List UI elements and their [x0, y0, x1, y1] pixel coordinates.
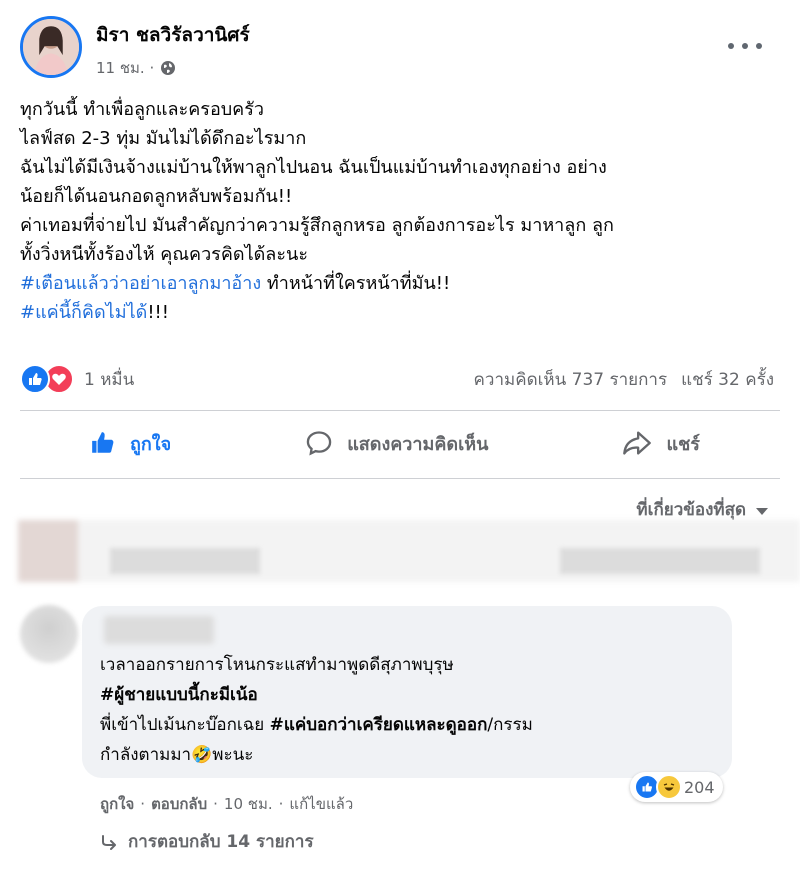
separator-dot: ·	[140, 795, 146, 813]
like-button[interactable]: ถูกใจ	[20, 429, 171, 458]
separator-dot: ·	[213, 795, 218, 813]
commenter-name-blurred[interactable]	[104, 616, 214, 644]
thumbs-up-icon	[92, 432, 114, 453]
post-line: ไลฟ์สด 2-3 ทุ่ม มันไม่ได้ดึกอะไรมาก	[20, 128, 307, 149]
caret-down-icon	[756, 507, 768, 515]
post-line: ทั้งวิ่งหนีทั้งร้องไห้ คุณควรคิดได้ละนะ	[20, 244, 308, 265]
post-body: ทุกวันนี้ ทำเพื่อลูกและครอบครัว ไลฟ์สด 2…	[20, 95, 780, 327]
comment-bubble: เวลาออกรายการโหนกระแสทำมาพูดดีสุภาพบุรุษ…	[82, 606, 732, 778]
blurred-block	[110, 548, 260, 574]
reaction-summary[interactable]: 1 หมื่น	[20, 364, 134, 394]
divider	[20, 478, 780, 479]
comment-edited-label: แก้ไขแล้ว	[289, 795, 354, 813]
post-time[interactable]: 11 ชม. ·	[96, 56, 154, 80]
globe-icon[interactable]	[160, 60, 176, 76]
comment-like-link[interactable]: ถูกใจ	[100, 792, 134, 816]
share-button-label: แชร์	[666, 433, 700, 455]
post-text-fragment: !!!	[147, 302, 169, 323]
like-button-label: ถูกใจ	[130, 433, 172, 455]
reaction-count: 1 หมื่น	[84, 369, 135, 390]
share-icon	[623, 431, 652, 455]
laughing-emoji: 🤣	[191, 745, 213, 765]
more-options-icon[interactable]	[728, 34, 762, 58]
comment-fragment: พี่เข้าไปเม้นกะบ๊อกเฉย	[100, 715, 270, 735]
comment-reply-link[interactable]: ตอบกลับ	[151, 792, 207, 816]
author-name[interactable]: มิรา ชลวิรัลวานิศร์	[96, 20, 250, 50]
haha-reaction-icon	[656, 774, 682, 800]
shares-count-link[interactable]: แชร์ 32 ครั้ง	[681, 366, 774, 393]
post-line: #เตือนแล้วว่าอย่าเอาลูกมาอ้าง ทำหน้าที่ใ…	[20, 269, 780, 298]
post-line: ฉันไม่ได้มีเงินจ้างแม่บ้านให้พาลูกไปนอน …	[20, 157, 607, 178]
post-text-fragment: ทำหน้าที่ใครหน้าที่มัน!!	[261, 273, 451, 294]
author-avatar[interactable]	[20, 16, 82, 78]
view-replies-link[interactable]: การตอบกลับ 14 รายการ	[100, 828, 314, 855]
sort-label: ที่เกี่ยวข้องที่สุด	[636, 500, 746, 520]
comment-line: กำลังตามมา🤣พะนะ	[100, 740, 720, 770]
divider	[20, 410, 780, 411]
post-line: #แค่นี้ก็คิดไม่ได้!!!	[20, 298, 780, 327]
comment-line: #ผู้ชายแบบนี้กะมีเน้อ	[100, 680, 720, 710]
comment-line: เวลาออกรายการโหนกระแสทำมาพูดดีสุภาพบุรุษ	[100, 655, 454, 675]
post-stats: ความคิดเห็น 737 รายการ แชร์ 32 ครั้ง	[474, 366, 774, 393]
reply-arrow-icon	[102, 834, 116, 850]
like-reaction-icon	[20, 364, 50, 394]
comment-text: เวลาออกรายการโหนกระแสทำมาพูดดีสุภาพบุรุษ…	[100, 650, 720, 770]
comment-sort-dropdown[interactable]: ที่เกี่ยวข้องที่สุด	[636, 496, 768, 523]
comments-count-link[interactable]: ความคิดเห็น 737 รายการ	[474, 366, 668, 393]
comment-hashtag[interactable]: #ผู้ชายแบบนี้กะมีเน้อ	[100, 685, 258, 705]
comment-fragment: พะนะ	[212, 745, 254, 765]
comment-reaction-count: 204	[684, 777, 715, 797]
comment-fragment: /กรรม	[487, 715, 533, 735]
comment-time[interactable]: 10 ชม.	[224, 792, 273, 816]
comment-fragment: กำลังตามมา	[100, 745, 192, 765]
comment-icon	[306, 431, 332, 456]
blurred-block	[560, 548, 760, 574]
comment-hashtag[interactable]: #แค่บอกว่าเครียดแหละดูออก	[270, 715, 488, 735]
comment-line: พี่เข้าไปเม้นกะบ๊อกเฉย #แค่บอกว่าเครียดแ…	[100, 710, 720, 740]
action-bar: ถูกใจ แสดงความคิดเห็น แชร์	[20, 414, 780, 472]
replies-label: การตอบกลับ 14 รายการ	[128, 832, 314, 852]
comment-reaction-summary[interactable]: 204	[630, 772, 723, 802]
facebook-post: มิรา ชลวิรัลวานิศร์ 11 ชม. · ทุกวันนี้ ท…	[0, 0, 800, 871]
post-line: น้อยก็ได้นอนกอดลูกหลับพร้อมกัน!!	[20, 186, 293, 207]
hashtag-link[interactable]: #เตือนแล้วว่าอย่าเอาลูกมาอ้าง	[20, 273, 261, 294]
commenter-avatar[interactable]	[20, 605, 78, 663]
post-line: ค่าเทอมที่จ่ายไป มันสำคัญกว่าความรู้สึกล…	[20, 215, 614, 236]
separator-dot: ·	[278, 795, 284, 813]
share-button[interactable]: แชร์	[622, 429, 780, 458]
hashtag-link[interactable]: #แค่นี้ก็คิดไม่ได้	[20, 302, 147, 323]
post-meta: 11 ชม. ·	[96, 56, 176, 80]
post-line: ทุกวันนี้ ทำเพื่อลูกและครอบครัว	[20, 99, 264, 120]
comment-button[interactable]: แสดงความคิดเห็น	[305, 429, 488, 458]
comment-button-label: แสดงความคิดเห็น	[347, 433, 489, 455]
comment-meta: ถูกใจ · ตอบกลับ · 10 ชม. · แก้ไขแล้ว	[100, 792, 353, 816]
